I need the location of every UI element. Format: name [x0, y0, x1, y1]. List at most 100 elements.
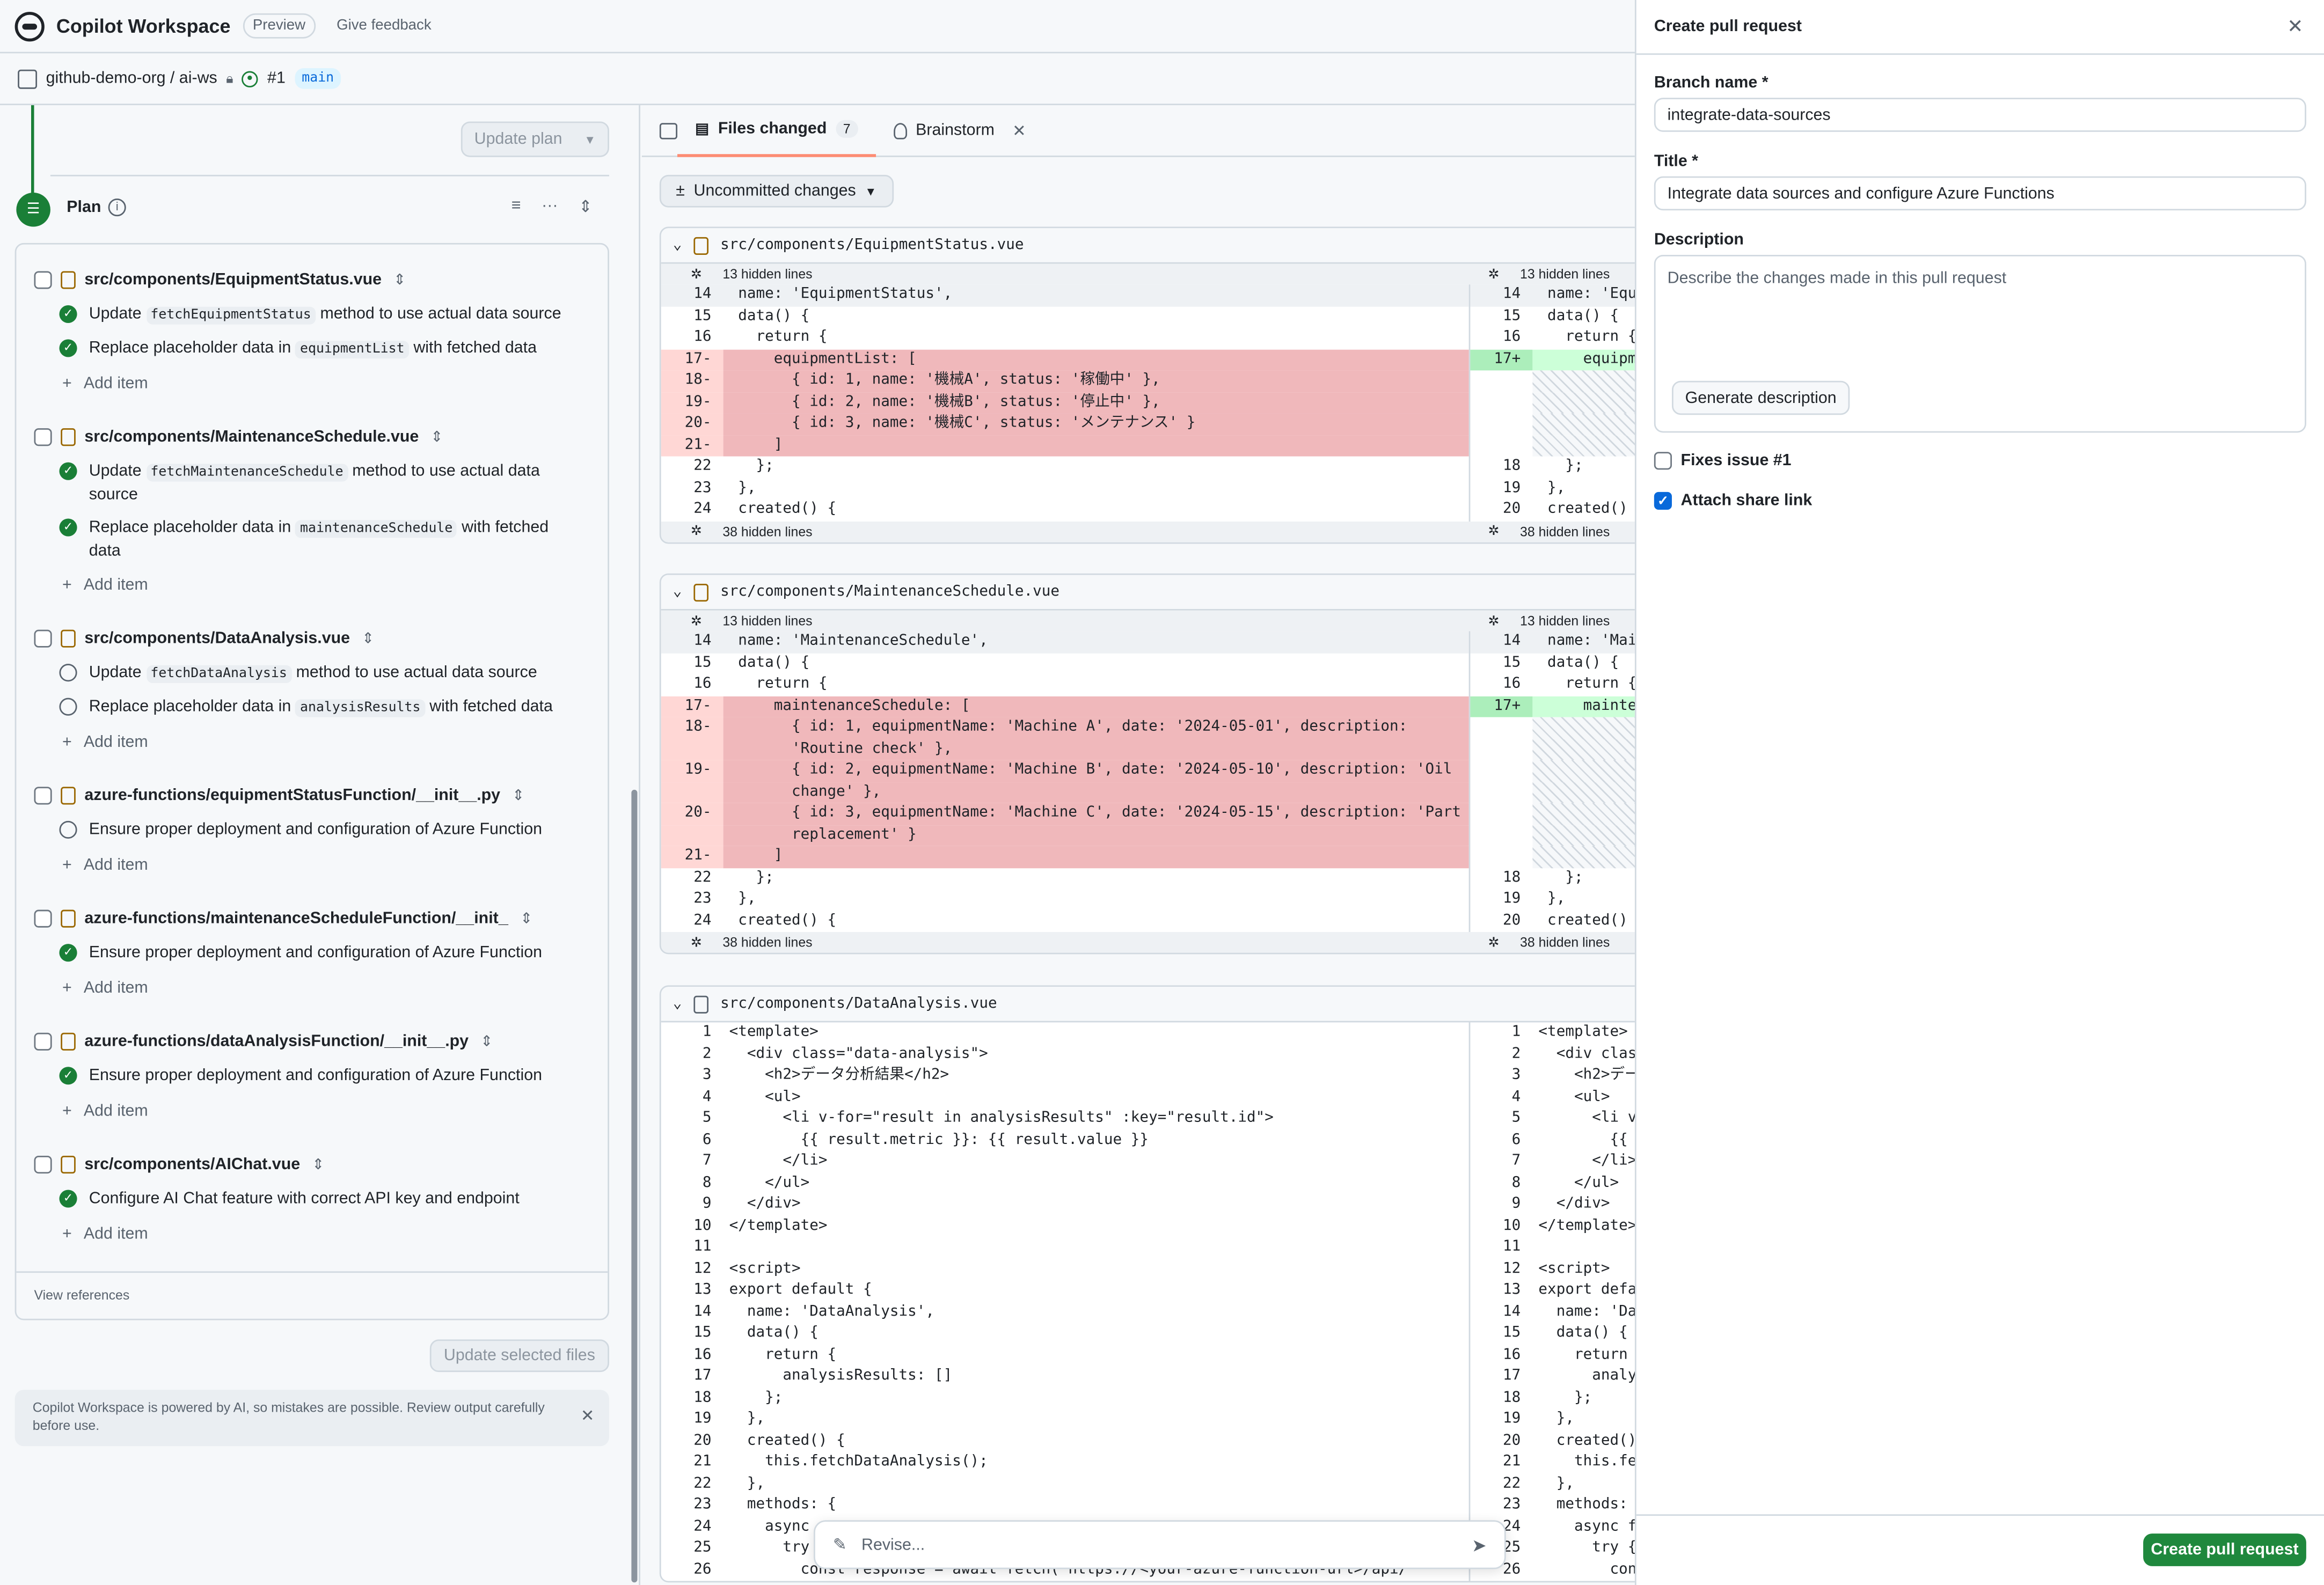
file-diff: ⌄ src/components/DataAnalysis.vue 1 <temp…	[659, 985, 1635, 1583]
repo-link[interactable]: github-demo-org / ai-ws	[46, 70, 217, 87]
add-item-button[interactable]: + Add item	[62, 979, 148, 997]
revise-input[interactable]: ✎ Revise... ➤	[814, 1520, 1506, 1569]
plan-file-row: azure-functions/dataAnalysisFunction/__i…	[34, 1030, 493, 1053]
tab-brainstorm[interactable]: Brainstorm ✕	[876, 105, 1044, 156]
expand-icon[interactable]: ⇕	[362, 630, 374, 647]
file-checkbox[interactable]	[34, 629, 52, 648]
uncommitted-changes-dropdown[interactable]: ± Uncommitted changes ▼	[659, 174, 894, 208]
code-line: 5 <li v-for="result in analysisResults" …	[661, 1109, 1469, 1130]
copilot-logo-icon[interactable]	[14, 11, 45, 41]
line-number: 17-	[661, 349, 723, 371]
line-code: <h2>データ分析結果</h2>	[729, 1067, 949, 1083]
create-pull-request-button[interactable]: Create pull request	[2143, 1533, 2306, 1566]
file-checkbox[interactable]	[34, 909, 52, 928]
collapse-all-icon[interactable]: ⇕	[579, 197, 592, 216]
file-checkbox[interactable]	[34, 1032, 52, 1051]
file-modified-icon	[61, 428, 76, 446]
file-path[interactable]: src/components/EquipmentStatus.vue	[84, 271, 382, 289]
code-line: 18 };	[1470, 868, 1635, 889]
sidebar-toggle-icon[interactable]	[659, 122, 678, 139]
fixes-issue-row[interactable]: Fixes issue #1	[1654, 452, 1792, 470]
file-path[interactable]: azure-functions/maintenanceScheduleFunct…	[84, 910, 508, 928]
send-icon[interactable]: ➤	[1472, 1535, 1487, 1555]
check-circle-icon[interactable]: ✓	[59, 1190, 77, 1208]
more-options-icon[interactable]: ···	[542, 197, 558, 216]
branch-badge[interactable]: main	[294, 68, 341, 89]
close-icon[interactable]: ✕	[2287, 15, 2303, 39]
line-code: },	[729, 1475, 765, 1492]
title-input[interactable]: Integrate data sources and configure Azu…	[1654, 176, 2306, 211]
expand-icon[interactable]: ⇕	[393, 272, 406, 288]
pending-circle-icon[interactable]	[59, 664, 77, 682]
diff-file-path[interactable]: src/components/EquipmentStatus.vue	[720, 237, 1024, 253]
expand-icon[interactable]: ⇕	[312, 1156, 324, 1172]
file-path[interactable]: azure-functions/equipmentStatusFunction/…	[84, 787, 500, 804]
expand-icon[interactable]: ⇕	[430, 429, 443, 445]
file-path[interactable]: azure-functions/dataAnalysisFunction/__i…	[84, 1033, 469, 1051]
line-code: },	[729, 1410, 765, 1427]
file-path[interactable]: src/components/DataAnalysis.vue	[84, 630, 350, 648]
attach-share-link-checkbox[interactable]: ✓	[1654, 491, 1672, 510]
attach-share-link-row[interactable]: ✓ Attach share link	[1654, 491, 1812, 510]
plan-task: ✓ Update fetchEquipmentStatus method to …	[59, 304, 563, 327]
code-line: 11	[661, 1237, 1469, 1259]
line-code	[1532, 781, 1635, 803]
check-circle-icon[interactable]: ✓	[59, 518, 77, 537]
add-item-button[interactable]: + Add item	[62, 375, 148, 393]
file-checkbox[interactable]	[34, 428, 52, 446]
code-line: 4 <ul>	[661, 1087, 1469, 1109]
info-icon[interactable]: i	[108, 199, 126, 217]
diff-file-path[interactable]: src/components/DataAnalysis.vue	[720, 996, 997, 1012]
hidden-lines-row[interactable]: ✲ 13 hidden lines ✲ 13 hidden lines	[661, 610, 1635, 632]
update-selected-files-button[interactable]: Update selected files	[429, 1339, 609, 1373]
pending-circle-icon[interactable]	[59, 820, 77, 839]
file-checkbox[interactable]	[34, 1155, 52, 1174]
line-number: 19-	[661, 760, 723, 782]
update-plan-button[interactable]: Update plan ▼	[461, 121, 609, 157]
file-path[interactable]: src/components/AIChat.vue	[84, 1156, 300, 1173]
add-item-button[interactable]: + Add item	[62, 733, 148, 751]
close-tab-icon[interactable]: ✕	[1012, 121, 1026, 140]
issue-link[interactable]: #1	[267, 70, 286, 87]
view-references-link[interactable]: View references	[34, 1288, 130, 1303]
add-item-button[interactable]: + Add item	[62, 1226, 148, 1243]
expand-icon[interactable]: ⇕	[520, 911, 532, 927]
add-item-label: Add item	[83, 576, 148, 595]
add-item-button[interactable]: + Add item	[62, 1103, 148, 1120]
check-circle-icon[interactable]: ✓	[59, 944, 77, 962]
diff-file-path[interactable]: src/components/MaintenanceSchedule.vue	[720, 584, 1059, 600]
hidden-lines-row[interactable]: ✲ 38 hidden lines ✲ 38 hidden lines	[661, 520, 1635, 542]
file-checkbox[interactable]	[34, 787, 52, 805]
line-code: };	[1538, 1389, 1592, 1406]
generate-description-button[interactable]: Generate description	[1671, 380, 1850, 415]
filter-icon[interactable]: ≡	[511, 197, 521, 216]
file-checkbox[interactable]	[34, 271, 52, 289]
chevron-down-icon[interactable]: ⌄	[673, 584, 682, 600]
code-line: 20 created() {	[1470, 911, 1635, 932]
chevron-down-icon[interactable]: ⌄	[673, 237, 682, 253]
branch-name-input[interactable]: integrate-data-sources	[1654, 98, 2306, 132]
hidden-lines-row[interactable]: ✲ 38 hidden lines ✲ 38 hidden lines	[661, 931, 1635, 953]
pending-circle-icon[interactable]	[59, 698, 77, 716]
add-item-button[interactable]: + Add item	[62, 856, 148, 874]
check-circle-icon[interactable]: ✓	[59, 462, 77, 480]
chevron-down-icon[interactable]: ⌄	[673, 996, 682, 1012]
check-circle-icon[interactable]: ✓	[59, 305, 77, 324]
fixes-issue-checkbox[interactable]	[1654, 452, 1672, 470]
file-path[interactable]: src/components/MaintenanceSchedule.vue	[84, 428, 419, 446]
scrollbar[interactable]	[631, 789, 638, 1583]
line-number: 6	[702, 1131, 712, 1148]
hidden-lines-row[interactable]: ✲ 13 hidden lines ✲ 13 hidden lines	[661, 263, 1635, 285]
close-icon[interactable]: ✕	[581, 1407, 594, 1425]
tab-files-changed[interactable]: ▤ Files changed 7	[677, 105, 876, 157]
line-code: return {	[1538, 676, 1635, 692]
add-item-button[interactable]: + Add item	[62, 576, 148, 594]
line-number: 21	[693, 1454, 712, 1470]
expand-icon[interactable]: ⇕	[512, 788, 524, 804]
code-line: 7 </li>	[1470, 1151, 1635, 1173]
give-feedback-link[interactable]: Give feedback	[337, 18, 432, 34]
expand-icon[interactable]: ⇕	[480, 1033, 493, 1050]
check-circle-icon[interactable]: ✓	[59, 339, 77, 357]
check-circle-icon[interactable]: ✓	[59, 1067, 77, 1085]
line-code: name: 'Main	[1547, 633, 1635, 649]
